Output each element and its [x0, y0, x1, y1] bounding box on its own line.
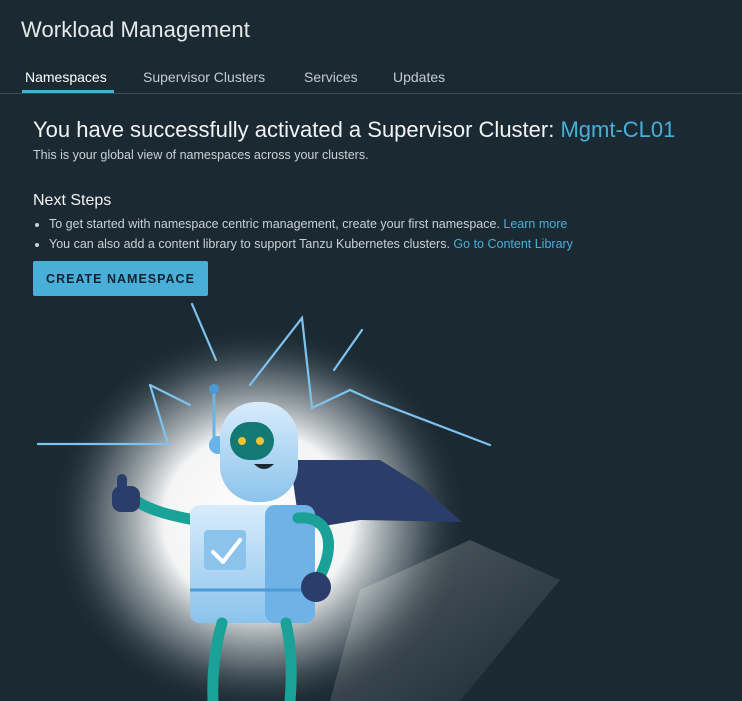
robot-illustration — [36, 302, 560, 701]
list-item: To get started with namespace centric ma… — [33, 216, 573, 236]
left-eye — [238, 437, 246, 445]
content-library-link[interactable]: Go to Content Library — [453, 237, 573, 251]
tab-namespaces[interactable]: Namespaces — [25, 69, 107, 91]
next-steps-list: To get started with namespace centric ma… — [33, 216, 573, 256]
active-tab-indicator — [22, 90, 114, 93]
list-item-text: You can also add a content library to su… — [49, 237, 454, 251]
tab-updates[interactable]: Updates — [393, 69, 445, 91]
headline-text: You have successfully activated a Superv… — [33, 117, 561, 142]
tab-services[interactable]: Services — [304, 69, 358, 91]
subtitle: This is your global view of namespaces a… — [33, 148, 369, 162]
list-item-text: To get started with namespace centric ma… — [49, 217, 504, 231]
checkbox-panel — [204, 530, 246, 570]
learn-more-link[interactable]: Learn more — [503, 217, 567, 231]
page-title: Workload Management — [21, 17, 250, 42]
cluster-name-link[interactable]: Mgmt-CL01 — [560, 117, 675, 142]
antenna-tip — [209, 384, 219, 394]
right-leg — [280, 617, 297, 701]
tab-bar: Namespaces Supervisor Clusters Services … — [0, 66, 742, 94]
right-eye — [256, 437, 264, 445]
next-steps-heading: Next Steps — [33, 192, 112, 209]
right-fist — [301, 572, 331, 602]
tab-supervisor-clusters[interactable]: Supervisor Clusters — [143, 69, 265, 91]
headline: You have successfully activated a Superv… — [33, 117, 675, 143]
robot-face — [230, 422, 274, 460]
list-item: You can also add a content library to su… — [33, 236, 573, 256]
